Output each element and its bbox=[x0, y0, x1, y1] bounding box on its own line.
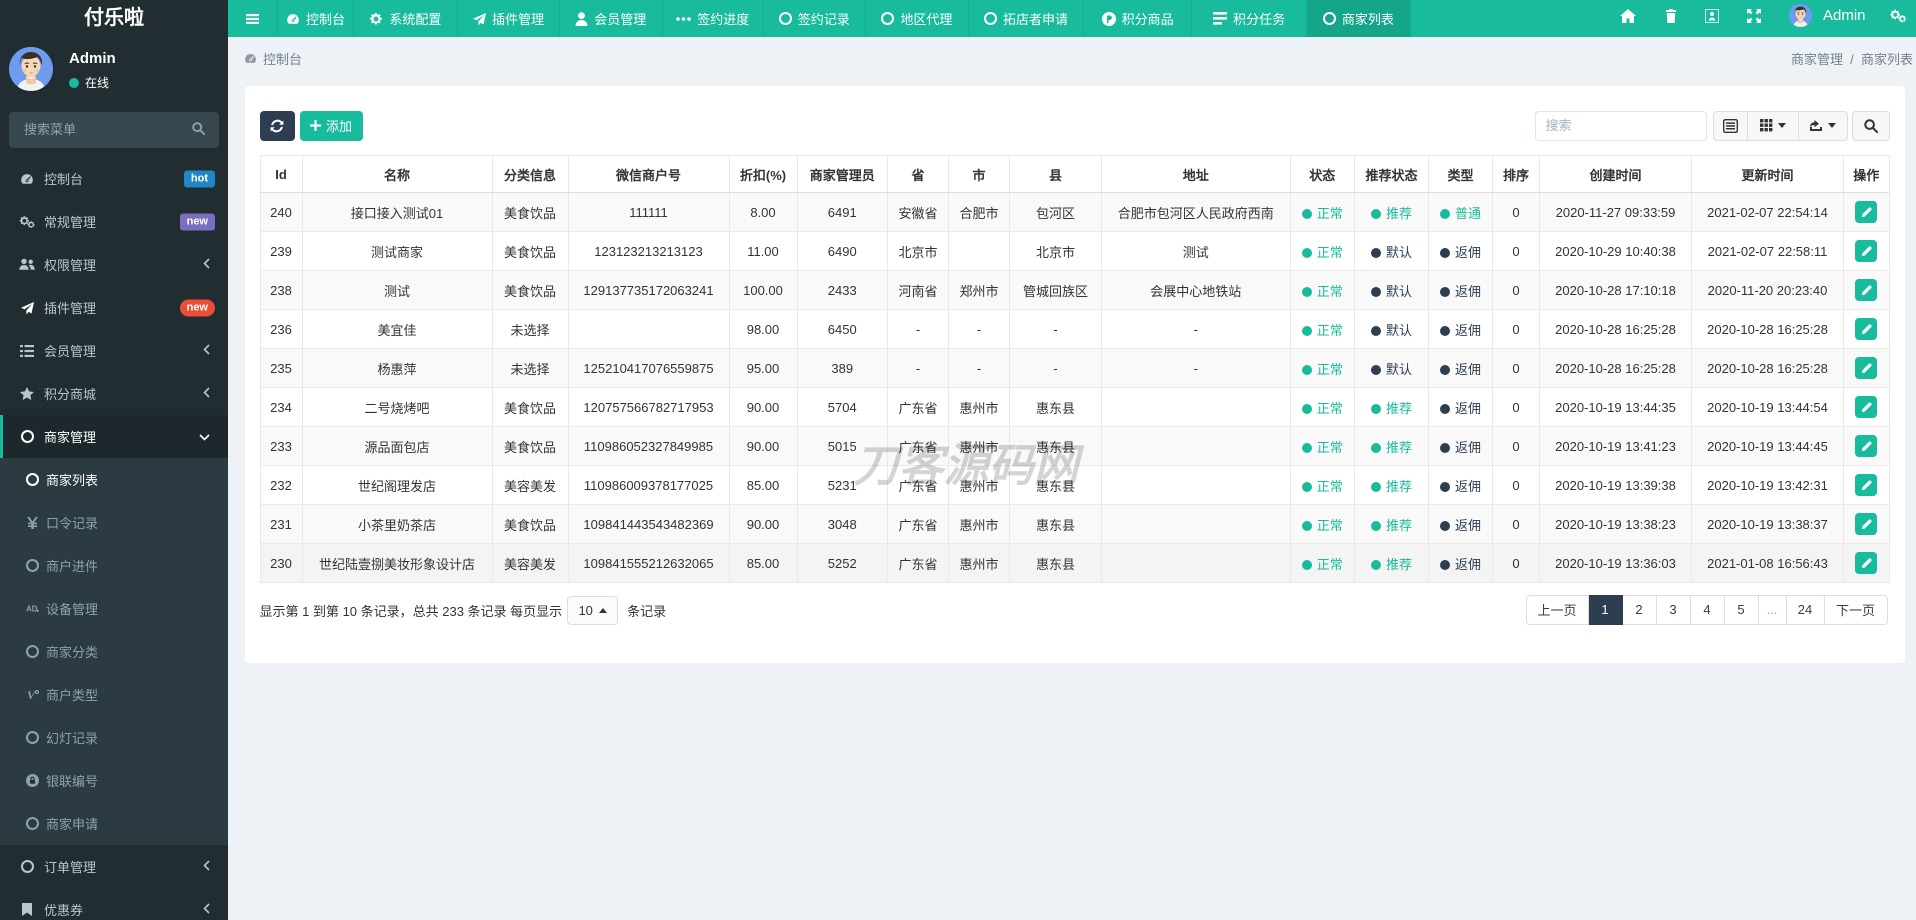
svg-text:AD: AD bbox=[26, 604, 38, 613]
svg-text:V: V bbox=[27, 689, 36, 701]
